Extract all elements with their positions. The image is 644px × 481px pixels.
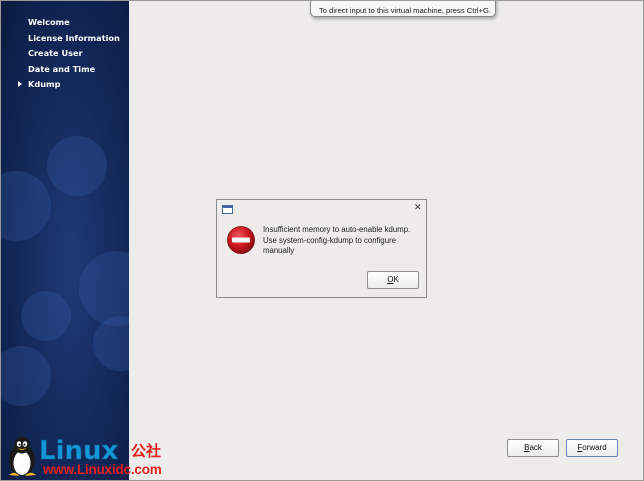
linuxidc-watermark: Linux 公社 www.Linuxidc.com: [5, 433, 190, 479]
sidebar-item-label: Date and Time: [28, 63, 96, 74]
sidebar-decoration: [47, 136, 107, 196]
sidebar-decoration: [93, 316, 129, 371]
ok-button-label: K: [393, 275, 399, 284]
vm-input-tooltip: To direct input to this virtual machine,…: [310, 1, 496, 17]
sidebar: Welcome License Information Create User …: [1, 1, 129, 480]
logo-linux-text: Linux: [39, 436, 118, 463]
window-icon: [222, 205, 233, 214]
sidebar-nav: Welcome License Information Create User …: [1, 15, 129, 93]
firstboot-window: Welcome License Information Create User …: [0, 0, 644, 481]
tux-penguin-icon: [9, 436, 36, 476]
sidebar-item-license-information: License Information: [1, 31, 129, 47]
watermark-site: www.Linuxidc.com: [43, 462, 162, 477]
sidebar-item-label: License Information: [28, 32, 120, 43]
linux-logo-text: Linux 公社: [39, 436, 161, 463]
logo-cjk-text: 公社: [131, 442, 161, 460]
sidebar-item-create-user: Create User: [1, 46, 129, 62]
sidebar-item-welcome: Welcome: [1, 15, 129, 31]
error-dialog: ✕ Insufficient memory to auto-enable kdu…: [216, 199, 427, 298]
sidebar-decoration: [1, 171, 51, 241]
sidebar-decoration: [1, 346, 51, 406]
back-button[interactable]: Back: [507, 439, 559, 457]
current-step-arrow-icon: [18, 81, 22, 87]
close-icon[interactable]: ✕: [414, 203, 422, 213]
back-button-label: ack: [529, 443, 542, 452]
sidebar-decoration: [21, 291, 71, 341]
ok-button[interactable]: OK: [367, 271, 419, 289]
forward-button[interactable]: Forward: [566, 439, 618, 457]
sidebar-item-date-and-time: Date and Time: [1, 62, 129, 78]
sidebar-decoration: [79, 251, 129, 326]
sidebar-item-label: Welcome: [28, 17, 70, 27]
dialog-message: Insufficient memory to auto-enable kdump…: [263, 225, 411, 255]
sidebar-item-label: Create User: [28, 48, 83, 58]
tooltip-text: To direct input to this virtual machine,…: [319, 6, 491, 15]
error-icon: [227, 226, 255, 254]
sidebar-item-label: Kdump: [28, 79, 61, 89]
sidebar-item-kdump: Kdump: [1, 77, 129, 93]
forward-button-label: orward: [582, 443, 607, 452]
